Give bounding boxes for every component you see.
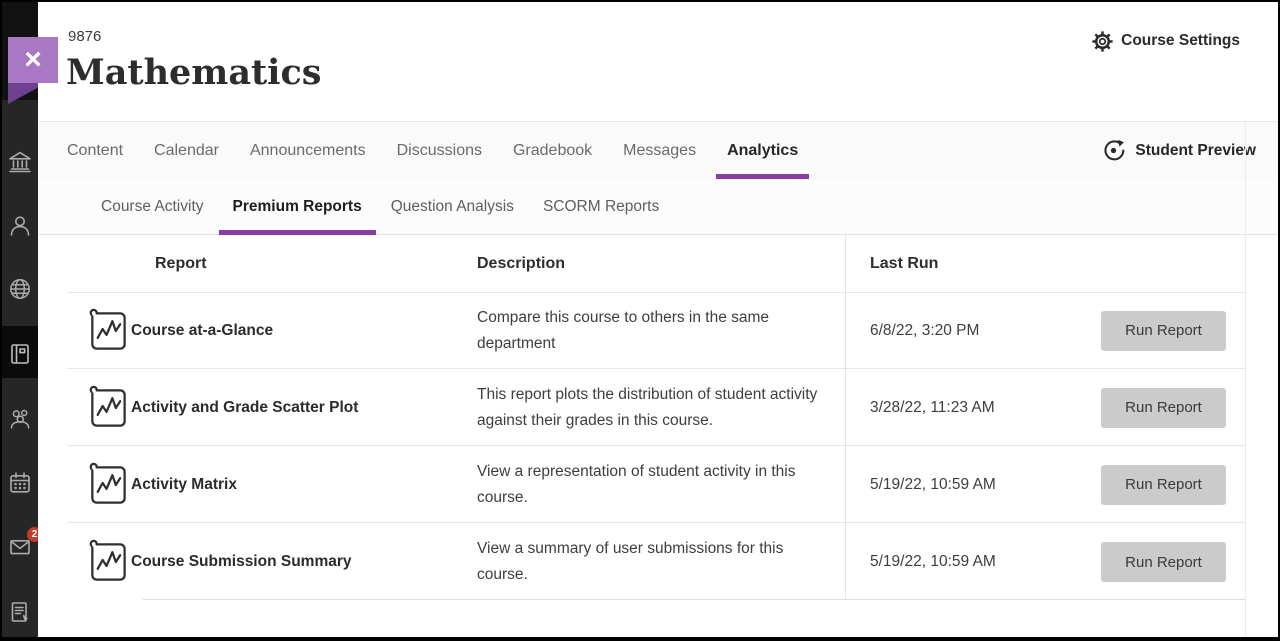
run-report-button[interactable]: Run Report: [1101, 311, 1226, 351]
report-description: Compare this course to others in the sam…: [477, 305, 829, 357]
student-preview-label: Student Preview: [1135, 142, 1256, 160]
column-header-report: Report: [155, 235, 207, 293]
report-last-run: 5/19/22, 10:59 AM: [870, 476, 996, 494]
tab-gradebook[interactable]: Gradebook: [513, 122, 592, 179]
subtab-scorm-reports[interactable]: SCORM Reports: [543, 179, 659, 234]
report-name: Activity and Grade Scatter Plot: [131, 399, 358, 417]
tab-discussions[interactable]: Discussions: [397, 122, 482, 179]
profile-icon: [7, 213, 33, 239]
table-bottom-divider: [143, 599, 1245, 600]
tab-messages[interactable]: Messages: [623, 122, 696, 179]
gear-icon: [1092, 31, 1113, 52]
content-right-divider: [1245, 122, 1246, 637]
column-header-last-run: Last Run: [870, 235, 938, 293]
course-content-panel: 9876 Mathematics Course Settings Content: [38, 2, 1278, 637]
report-name: Course Submission Summary: [131, 553, 352, 571]
table-row: Course at-a-Glance Compare this course t…: [67, 293, 1245, 369]
report-last-run: 3/28/22, 11:23 AM: [870, 399, 995, 417]
page-title: Mathematics: [66, 52, 322, 93]
column-header-description: Description: [477, 235, 565, 293]
sidebar-item-grades[interactable]: [7, 599, 33, 625]
course-id: 9876: [68, 28, 101, 45]
notification-badge: 2: [27, 527, 38, 542]
student-preview-button[interactable]: Student Preview: [1101, 122, 1256, 179]
close-course-button[interactable]: ×: [8, 37, 58, 83]
table-row: Activity Matrix View a representation of…: [67, 447, 1245, 523]
report-chart-icon: [85, 307, 130, 354]
report-last-run: 5/19/22, 10:59 AM: [870, 553, 996, 571]
table-row: Activity and Grade Scatter Plot This rep…: [67, 370, 1245, 446]
sidebar-item-institution[interactable]: [7, 149, 33, 175]
sidebar-item-organizations[interactable]: [7, 406, 33, 432]
report-chart-icon: [85, 384, 130, 431]
subtab-course-activity[interactable]: Course Activity: [101, 179, 204, 234]
tab-calendar[interactable]: Calendar: [154, 122, 219, 179]
table-row: Course Submission Summary View a summary…: [67, 524, 1245, 600]
student-preview-icon: [1101, 138, 1126, 163]
analytics-subtabbar: Course Activity Premium Reports Question…: [38, 179, 1278, 235]
report-last-run: 6/8/22, 3:20 PM: [870, 322, 979, 340]
institution-icon: [7, 149, 33, 175]
run-report-button[interactable]: Run Report: [1101, 465, 1226, 505]
course-settings-button[interactable]: Course Settings: [1092, 28, 1240, 54]
report-description: View a summary of user submissions for t…: [477, 536, 829, 588]
report-chart-icon: [85, 539, 130, 586]
subtab-premium-reports[interactable]: Premium Reports: [233, 179, 362, 234]
course-nav-tabbar: Content Calendar Announcements Discussio…: [38, 121, 1278, 179]
report-name: Course at-a-Glance: [131, 322, 273, 340]
report-chart-icon: [85, 461, 130, 508]
reports-table-header: Report Description Last Run: [67, 235, 1245, 293]
tab-analytics[interactable]: Analytics: [727, 122, 798, 179]
tab-announcements[interactable]: Announcements: [250, 122, 366, 179]
report-description: View a representation of student activit…: [477, 459, 829, 511]
sidebar-item-activity-stream[interactable]: [7, 276, 33, 302]
app-window: 2 × 9876 Mathematics: [0, 0, 1280, 641]
sidebar-item-messages[interactable]: 2: [7, 534, 33, 560]
close-icon: ×: [24, 45, 42, 75]
courses-icon: [7, 341, 33, 367]
run-report-button[interactable]: Run Report: [1101, 388, 1226, 428]
organizations-icon: [7, 406, 33, 432]
grades-icon: [7, 599, 33, 625]
sidebar-item-calendar[interactable]: [7, 470, 33, 496]
tab-content[interactable]: Content: [67, 122, 123, 179]
subtab-question-analysis[interactable]: Question Analysis: [391, 179, 514, 234]
report-description: This report plots the distribution of st…: [477, 382, 829, 434]
course-settings-label: Course Settings: [1121, 32, 1240, 50]
run-report-button[interactable]: Run Report: [1101, 542, 1226, 582]
sidebar-item-courses[interactable]: [7, 341, 33, 367]
sidebar-item-profile[interactable]: [7, 213, 33, 239]
report-name: Activity Matrix: [131, 476, 237, 494]
calendar-icon: [7, 470, 33, 496]
globe-icon: [7, 276, 33, 302]
table-column-divider: [845, 235, 846, 600]
